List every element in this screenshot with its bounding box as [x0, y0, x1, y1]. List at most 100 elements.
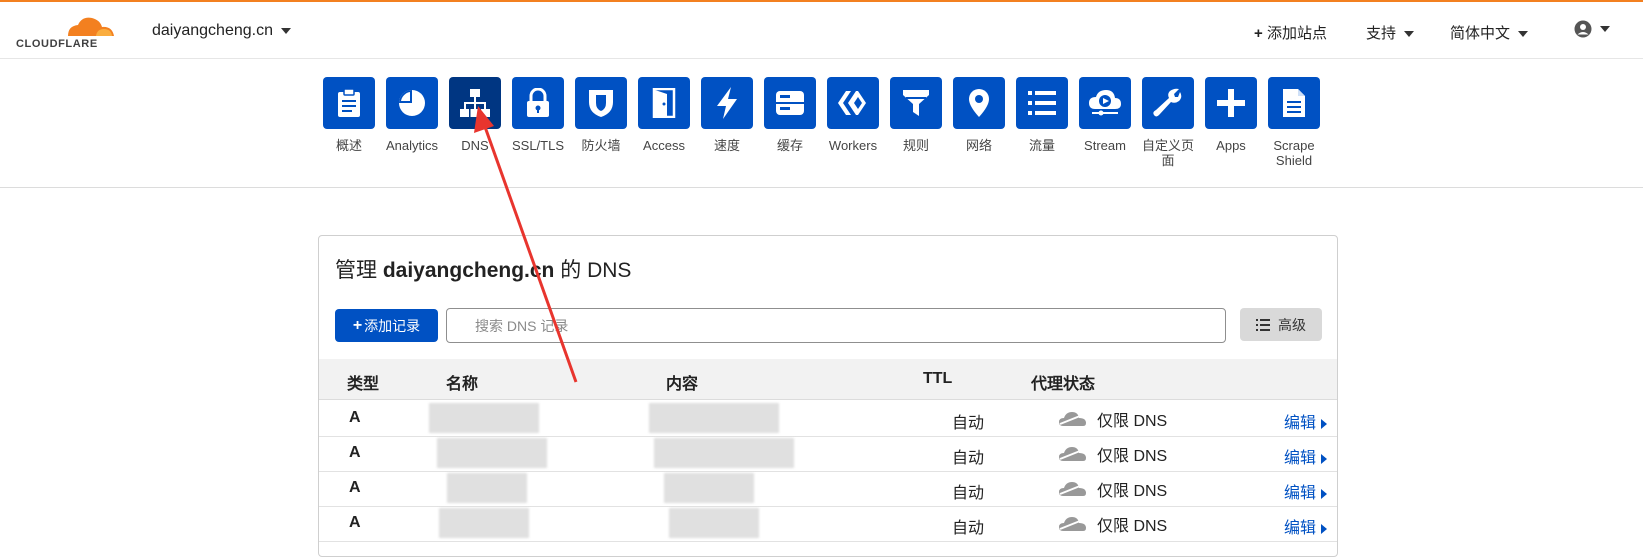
column-proxy-status[interactable]: 代理状态	[1031, 370, 1095, 394]
product-nav: 概述 Analytics DNS SSL/TLS 防火墙 Access 速度 缓…	[0, 59, 1643, 188]
record-type: A	[349, 514, 361, 531]
nav-label: 防火墙	[581, 138, 621, 153]
record-ttl: 自动	[952, 520, 985, 537]
record-ttl: 自动	[952, 485, 985, 502]
edit-link[interactable]: 编辑	[1284, 479, 1327, 503]
nav-item-overview[interactable]: 概述	[317, 77, 381, 153]
search-input[interactable]	[446, 308, 1226, 343]
redacted-name	[437, 438, 547, 468]
nav-item-network[interactable]: 网络	[947, 77, 1011, 153]
column-type[interactable]: 类型	[347, 370, 379, 394]
edit-label: 编辑	[1283, 415, 1316, 432]
door-icon	[652, 88, 676, 118]
user-avatar-icon	[1574, 20, 1592, 38]
list-icon	[1028, 91, 1056, 115]
table-row[interactable]: A 自动 仅限 DNS 编辑	[319, 435, 1337, 472]
column-name[interactable]: 名称	[446, 370, 478, 394]
table-row[interactable]: A 自动 仅限 DNS 编辑	[319, 505, 1337, 542]
column-content[interactable]: 内容	[666, 370, 698, 394]
nav-tile	[701, 77, 753, 129]
site-selector[interactable]: daiyangcheng.cn	[152, 22, 291, 40]
edit-link[interactable]: 编辑	[1284, 444, 1327, 468]
proxy-status-label: 仅限 DNS	[1097, 518, 1168, 535]
nav-item-rules[interactable]: 规则	[884, 77, 948, 153]
edit-label: 编辑	[1283, 520, 1316, 537]
nav-tile	[323, 77, 375, 129]
nav-item-dns[interactable]: DNS	[443, 77, 507, 153]
nav-label: 规则	[902, 138, 929, 153]
nav-item-access[interactable]: Access	[632, 77, 696, 153]
nav-label: DNS	[461, 138, 489, 153]
logo-text: CLOUDFLARE	[16, 38, 98, 50]
plus-icon: +	[1254, 25, 1263, 42]
nav-label: 流量	[1028, 138, 1055, 153]
cloud-dns-only-icon	[1059, 517, 1086, 531]
lightning-icon	[717, 87, 737, 119]
edit-link[interactable]: 编辑	[1284, 514, 1327, 538]
nav-tile	[1016, 77, 1068, 129]
edit-link[interactable]: 编辑	[1284, 409, 1327, 433]
nav-label: 概述	[335, 138, 362, 153]
advanced-button[interactable]: 高级	[1240, 308, 1322, 341]
workers-icon	[838, 91, 866, 115]
proxy-status: 仅限 DNS	[1059, 407, 1167, 431]
location-pin-icon	[969, 89, 989, 117]
nav-tile	[449, 77, 501, 129]
nav-tile	[1205, 77, 1257, 129]
nav-item-apps[interactable]: Apps	[1199, 77, 1263, 153]
caret-right-icon	[1321, 523, 1327, 534]
nav-item-ssl-tls[interactable]: SSL/TLS	[506, 77, 570, 153]
caret-right-icon	[1321, 453, 1327, 464]
cloudflare-logo[interactable]: CLOUDFLARE	[16, 12, 120, 52]
nav-item-traffic[interactable]: 流量	[1010, 77, 1074, 153]
nav-tile	[764, 77, 816, 129]
chevron-down-icon	[280, 27, 291, 34]
nav-label: 速度	[713, 138, 740, 153]
nav-item-custom-pages[interactable]: 自定义页面	[1136, 77, 1200, 168]
nav-item-scrape-shield[interactable]: Scrape Shield	[1262, 77, 1326, 168]
nav-item-cache[interactable]: 缓存	[758, 77, 822, 153]
title-suffix: 的 DNS	[560, 259, 632, 282]
add-record-button[interactable]: + 添加记录	[335, 309, 438, 342]
nav-item-workers[interactable]: Workers	[821, 77, 885, 153]
nav-tile	[1142, 77, 1194, 129]
record-type: A	[349, 479, 361, 496]
table-row[interactable]: A 自动 仅限 DNS 编辑	[319, 400, 1337, 437]
language-menu[interactable]: 简体中文	[1450, 22, 1529, 43]
redacted-name	[429, 403, 539, 433]
redacted-content	[669, 508, 759, 538]
table-row[interactable]: A 自动 仅限 DNS 编辑	[319, 470, 1337, 507]
nav-label: Workers	[828, 138, 878, 153]
nav-label: SSL/TLS	[511, 138, 565, 153]
chevron-down-icon	[1404, 31, 1415, 38]
record-type: A	[349, 409, 361, 426]
plus-icon	[1217, 89, 1245, 117]
network-icon	[460, 89, 490, 117]
proxy-status-label: 仅限 DNS	[1097, 413, 1168, 430]
page-title: 管理 daiyangcheng.cn 的 DNS	[335, 254, 631, 284]
nav-item-firewall[interactable]: 防火墙	[569, 77, 633, 153]
nav-label: Stream	[1084, 138, 1126, 153]
record-type: A	[349, 444, 361, 461]
nav-item-speed[interactable]: 速度	[695, 77, 759, 153]
nav-label: Apps	[1216, 138, 1246, 153]
user-menu[interactable]	[1574, 20, 1610, 38]
nav-label: Scrape Shield	[1273, 138, 1315, 168]
edit-label: 编辑	[1283, 485, 1316, 502]
record-ttl: 自动	[952, 415, 985, 432]
column-ttl[interactable]: TTL	[923, 370, 952, 388]
site-name: daiyangcheng.cn	[152, 22, 273, 39]
add-site-button[interactable]: + 添加站点	[1254, 22, 1327, 43]
redacted-name	[439, 508, 529, 538]
nav-item-stream[interactable]: Stream	[1073, 77, 1137, 153]
cloud-dns-only-icon	[1059, 482, 1086, 496]
proxy-status-label: 仅限 DNS	[1097, 448, 1168, 465]
table-header: 类型 名称 内容 TTL 代理状态	[319, 359, 1337, 400]
nav-tile	[1268, 77, 1320, 129]
nav-item-analytics[interactable]: Analytics	[380, 77, 444, 153]
nav-label: 自定义页面	[1141, 138, 1194, 168]
caret-right-icon	[1321, 488, 1327, 499]
proxy-status: 仅限 DNS	[1059, 477, 1167, 501]
support-menu[interactable]: 支持	[1366, 22, 1415, 43]
edit-label: 编辑	[1283, 450, 1316, 467]
